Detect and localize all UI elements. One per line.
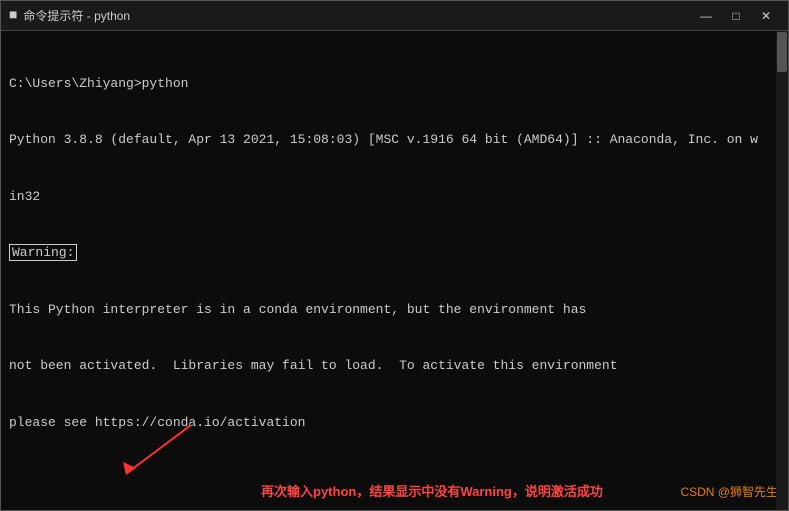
line-5: This Python interpreter is in a conda en… bbox=[9, 301, 780, 320]
terminal: C:\Users\Zhiyang>python Python 3.8.8 (de… bbox=[1, 31, 788, 510]
scrollbar-thumb[interactable] bbox=[777, 32, 787, 72]
line-3: in32 bbox=[9, 188, 780, 207]
cmd-icon: ■ bbox=[9, 8, 17, 24]
title-bar: ■ 命令提示符 - python — □ ✕ bbox=[1, 1, 788, 31]
scrollbar[interactable] bbox=[776, 31, 788, 510]
window-title: 命令提示符 - python bbox=[23, 7, 130, 24]
line-6: not been activated. Libraries may fail t… bbox=[9, 357, 780, 376]
title-bar-controls: — □ ✕ bbox=[692, 6, 780, 26]
line-4: Warning: bbox=[9, 244, 780, 263]
watermark: CSDN @狮智先生 bbox=[680, 483, 778, 500]
minimize-button[interactable]: — bbox=[692, 6, 720, 26]
maximize-button[interactable]: □ bbox=[722, 6, 750, 26]
title-bar-left: ■ 命令提示符 - python bbox=[9, 7, 130, 24]
warning-label: Warning: bbox=[9, 244, 77, 261]
close-button[interactable]: ✕ bbox=[752, 6, 780, 26]
line-1: C:\Users\Zhiyang>python bbox=[9, 75, 780, 94]
arrow-svg bbox=[111, 420, 241, 480]
window: ■ 命令提示符 - python — □ ✕ C:\Users\Zhiyang>… bbox=[0, 0, 789, 511]
line-2: Python 3.8.8 (default, Apr 13 2021, 15:0… bbox=[9, 131, 780, 150]
annotation-text: 再次输入python，结果显示中没有Warning，说明激活成功 bbox=[261, 481, 603, 500]
